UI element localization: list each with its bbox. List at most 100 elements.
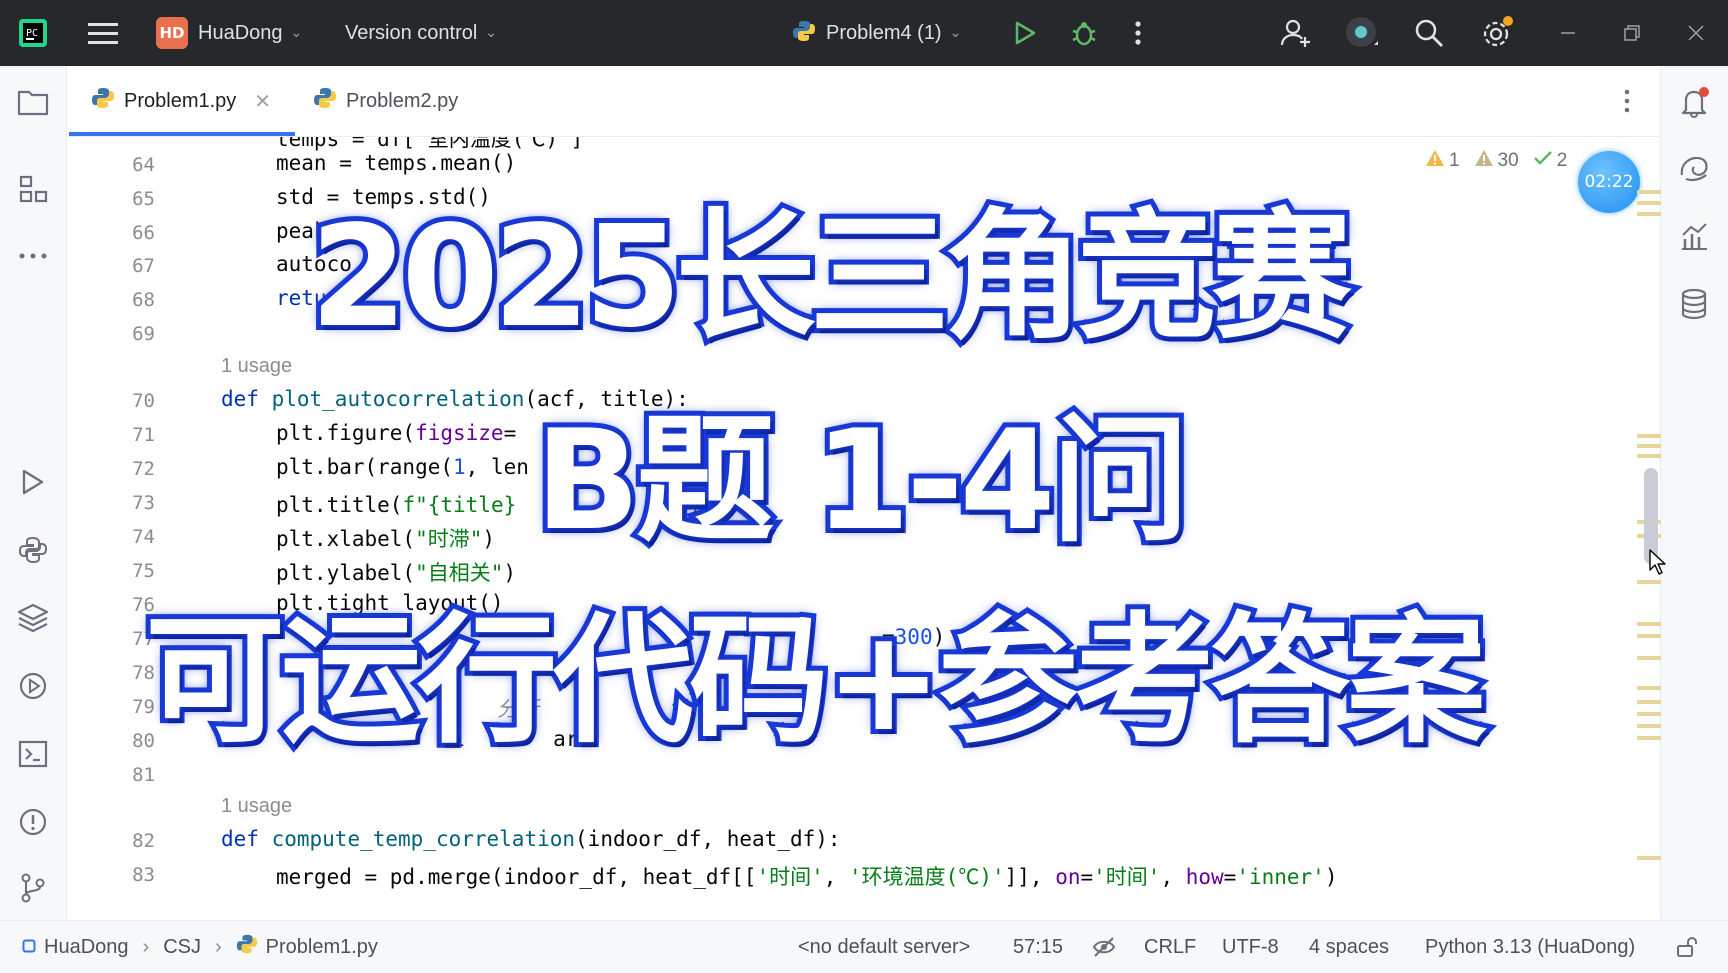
chevron-right-icon: › bbox=[142, 935, 150, 958]
code-line-def: def compute_temp_correlation(indoor_df, … bbox=[221, 827, 841, 851]
settings-icon[interactable] bbox=[1480, 0, 1514, 66]
minimize-icon[interactable] bbox=[1560, 0, 1576, 66]
python-interpreter[interactable]: Python 3.13 (HuaDong) bbox=[1425, 921, 1635, 973]
code-line: merged = pd.merge(indoor_df, heat_df[['时… bbox=[276, 865, 1338, 889]
line-number: 73 bbox=[132, 492, 155, 514]
server-widget[interactable]: <no default server> bbox=[798, 921, 970, 973]
project-widget[interactable]: HD HuaDong ⌄ bbox=[156, 0, 302, 66]
line-number: 82 bbox=[132, 830, 155, 852]
overlay-title-line2: B题 1-4问 bbox=[530, 400, 1195, 561]
git-icon[interactable] bbox=[13, 868, 53, 908]
line-number: 66 bbox=[132, 222, 155, 244]
tab-label: Problem2.py bbox=[346, 89, 459, 112]
pycharm-logo-icon[interactable]: PC bbox=[18, 0, 48, 66]
chevron-right-icon: › bbox=[214, 935, 222, 958]
services-icon[interactable] bbox=[13, 666, 53, 706]
caret-position[interactable]: 57:15 bbox=[1013, 921, 1063, 973]
run-config-widget[interactable]: Problem4 (1) ⌄ bbox=[792, 0, 961, 66]
chevron-down-icon: ⌄ bbox=[290, 25, 303, 41]
more-tools-icon[interactable] bbox=[13, 236, 53, 276]
chevron-down-icon: ⌄ bbox=[485, 25, 498, 41]
run-icon[interactable] bbox=[1012, 0, 1038, 66]
tab-label: Problem1.py bbox=[124, 89, 237, 112]
line-number: 80 bbox=[132, 730, 155, 752]
line-number: 83 bbox=[132, 864, 155, 886]
inspection-eye-icon[interactable] bbox=[1092, 921, 1116, 973]
status-bar: HuaDong › CSJ › Problem1.py <no default … bbox=[0, 920, 1728, 973]
ai-assistant-icon[interactable] bbox=[1674, 148, 1714, 188]
breadcrumb-item[interactable]: CSJ bbox=[163, 936, 201, 959]
code-line: plt.bar(range(1, len bbox=[276, 455, 529, 479]
recording-timer: 02:22 bbox=[1578, 151, 1640, 213]
line-number: 77 bbox=[132, 628, 155, 650]
indent-setting[interactable]: 4 spaces bbox=[1309, 921, 1389, 973]
ok-count: 2 bbox=[1556, 150, 1568, 171]
terminal-icon[interactable] bbox=[13, 734, 53, 774]
code-line: plt.ylabel("自相关") bbox=[276, 561, 517, 585]
chevron-down-icon: ⌄ bbox=[949, 25, 962, 41]
code-line: plt.figure(figsize= bbox=[276, 421, 517, 445]
python-icon bbox=[236, 933, 258, 961]
tab-problem1[interactable]: Problem1.py ✕ bbox=[91, 66, 271, 136]
database-icon[interactable] bbox=[1674, 284, 1714, 324]
line-number: 67 bbox=[132, 255, 155, 277]
run-config-label: Problem4 (1) bbox=[826, 21, 942, 44]
breadcrumb-item[interactable]: HuaDong bbox=[44, 936, 129, 959]
inspection-widget[interactable]: 1 30 2 bbox=[1425, 145, 1567, 177]
weak-warning-icon bbox=[1474, 149, 1494, 173]
overlay-title-line1: 2025长三角竞赛 bbox=[305, 196, 1357, 359]
more-icon[interactable] bbox=[1134, 0, 1142, 66]
warning-count: 1 bbox=[1449, 150, 1460, 171]
line-number: 68 bbox=[132, 289, 155, 311]
line-separator[interactable]: CRLF bbox=[1144, 921, 1196, 973]
left-tool-window-bar bbox=[0, 66, 67, 920]
folder-icon[interactable] bbox=[13, 82, 53, 122]
restore-icon[interactable] bbox=[1624, 0, 1640, 66]
warning-icon bbox=[1425, 149, 1445, 173]
debug-icon[interactable] bbox=[1070, 0, 1098, 66]
layers-icon[interactable] bbox=[13, 598, 53, 638]
problems-icon[interactable] bbox=[13, 802, 53, 842]
code-line: plt.xlabel("时滞") bbox=[276, 527, 496, 551]
line-number: 70 bbox=[132, 390, 155, 412]
search-icon[interactable] bbox=[1414, 0, 1444, 66]
file-encoding[interactable]: UTF-8 bbox=[1222, 921, 1279, 973]
usage-hint[interactable]: 1 usage bbox=[221, 795, 292, 818]
structure-icon[interactable] bbox=[13, 170, 53, 210]
module-icon bbox=[22, 936, 36, 959]
hamburger-menu-icon[interactable] bbox=[88, 0, 118, 66]
vcs-widget[interactable]: Version control ⌄ bbox=[345, 0, 497, 66]
line-number: 74 bbox=[132, 526, 155, 548]
title-bar: PC HD HuaDong ⌄ Version control ⌄ Proble… bbox=[0, 0, 1728, 66]
weak-warning-count: 30 bbox=[1497, 150, 1519, 171]
tab-problem2[interactable]: Problem2.py bbox=[313, 66, 458, 136]
vcs-label: Version control bbox=[345, 21, 478, 44]
breadcrumb-item[interactable]: Problem1.py bbox=[266, 936, 378, 959]
close-tab-icon[interactable]: ✕ bbox=[254, 89, 271, 114]
check-icon bbox=[1533, 149, 1553, 173]
notifications-icon[interactable] bbox=[1674, 82, 1714, 122]
overlay-title-line3: 可运行代码+参考答案 bbox=[140, 600, 1491, 763]
right-tool-window-bar bbox=[1660, 66, 1728, 920]
sciview-icon[interactable] bbox=[1674, 216, 1714, 256]
python-icon bbox=[792, 19, 816, 47]
run-tool-icon[interactable] bbox=[13, 462, 53, 502]
line-number: 64 bbox=[132, 154, 155, 176]
line-number: 71 bbox=[132, 424, 155, 446]
line-number: 79 bbox=[132, 696, 155, 718]
python-icon bbox=[91, 86, 115, 116]
line-number: 81 bbox=[132, 764, 155, 786]
python-console-icon[interactable] bbox=[13, 530, 53, 570]
editor-tabs: Problem1.py ✕ Problem2.py bbox=[67, 66, 1660, 137]
lock-icon[interactable] bbox=[1676, 921, 1698, 973]
project-badge: HD bbox=[156, 17, 188, 49]
tab-options-icon[interactable] bbox=[1623, 88, 1631, 118]
line-number: 76 bbox=[132, 594, 155, 616]
record-icon[interactable] bbox=[1344, 0, 1380, 66]
active-tab-indicator bbox=[69, 132, 295, 136]
add-user-icon[interactable] bbox=[1280, 0, 1312, 66]
usage-hint[interactable]: 1 usage bbox=[221, 355, 292, 378]
svg-text:PC: PC bbox=[26, 28, 38, 39]
close-icon[interactable] bbox=[1688, 0, 1704, 66]
line-number: 69 bbox=[132, 323, 155, 345]
